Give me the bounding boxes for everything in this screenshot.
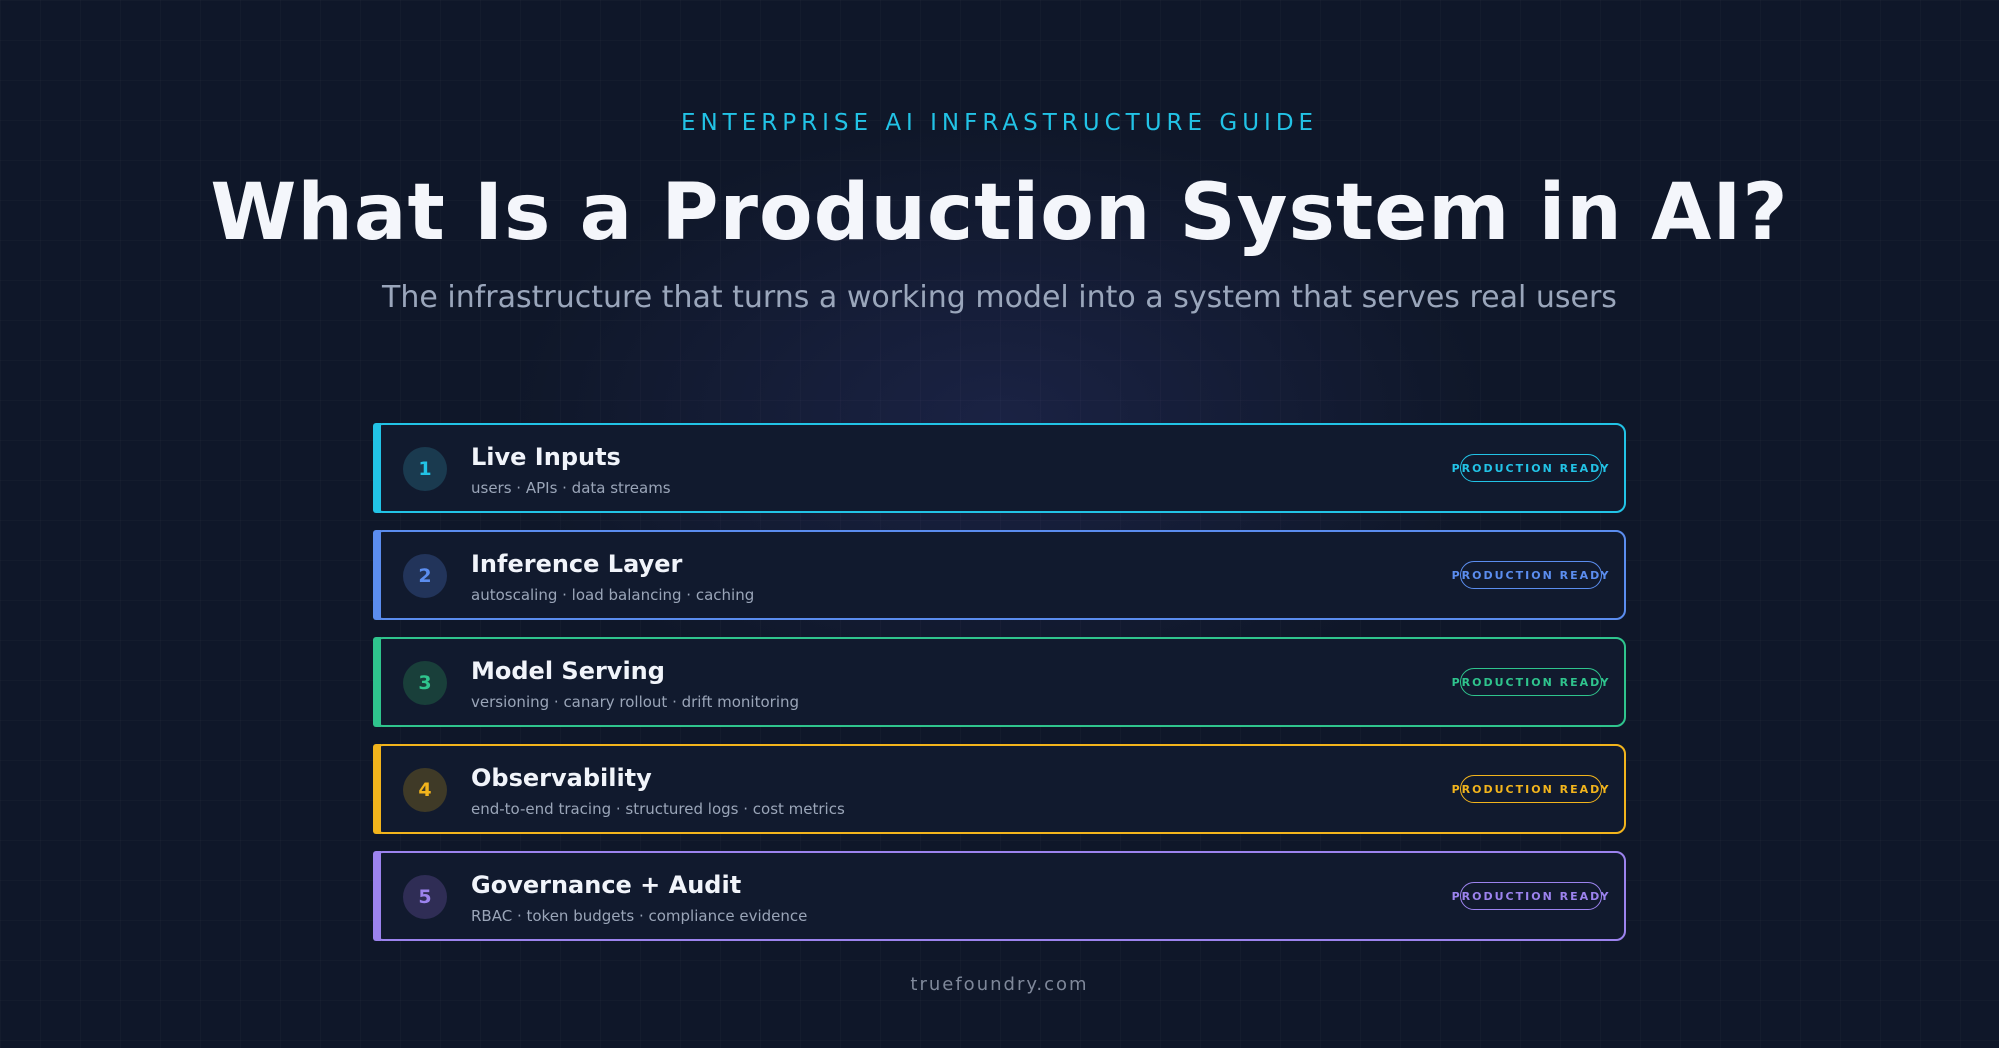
layer-number-badge: 1 (403, 447, 447, 491)
layer-card-model-serving: 3 Model Serving versioning · canary roll… (373, 637, 1626, 727)
layer-details: end-to-end tracing · structured logs · c… (471, 800, 845, 818)
layer-name: Inference Layer (471, 550, 683, 578)
layer-card-live-inputs: 1 Live Inputs users · APIs · data stream… (373, 423, 1626, 513)
production-ready-badge: PRODUCTION READY (1452, 775, 1608, 803)
layer-stack: 1 Live Inputs users · APIs · data stream… (373, 423, 1626, 958)
layer-accent-bar (373, 637, 381, 727)
layer-accent-bar (373, 423, 381, 513)
page-title: What Is a Production System in AI? (210, 168, 1789, 258)
footer-site-label: truefoundry.com (910, 974, 1089, 995)
layer-name: Live Inputs (471, 443, 621, 471)
production-ready-badge: PRODUCTION READY (1452, 454, 1608, 482)
layer-details: RBAC · token budgets · compliance eviden… (471, 907, 808, 925)
layer-name: Governance + Audit (471, 871, 742, 899)
layer-number-badge: 3 (403, 661, 447, 705)
layer-accent-bar (373, 530, 381, 620)
layer-number-badge: 4 (403, 768, 447, 812)
production-ready-badge: PRODUCTION READY (1452, 882, 1608, 910)
layer-accent-bar (373, 851, 381, 941)
layer-card-observability: 4 Observability end-to-end tracing · str… (373, 744, 1626, 834)
layer-number-badge: 2 (403, 554, 447, 598)
layer-number-badge: 5 (403, 875, 447, 919)
production-ready-badge: PRODUCTION READY (1452, 668, 1608, 696)
layer-name: Model Serving (471, 657, 665, 685)
layer-details: autoscaling · load balancing · caching (471, 586, 755, 604)
layer-accent-bar (373, 744, 381, 834)
layer-card-governance-audit: 5 Governance + Audit RBAC · token budget… (373, 851, 1626, 941)
eyebrow-label: ENTERPRISE AI INFRASTRUCTURE GUIDE (680, 110, 1319, 136)
layer-name: Observability (471, 764, 652, 792)
layer-details: versioning · canary rollout · drift moni… (471, 693, 800, 711)
page-subtitle: The infrastructure that turns a working … (382, 280, 1617, 315)
layer-card-inference-layer: 2 Inference Layer autoscaling · load bal… (373, 530, 1626, 620)
layer-details: users · APIs · data streams (471, 479, 671, 497)
production-ready-badge: PRODUCTION READY (1452, 561, 1608, 589)
